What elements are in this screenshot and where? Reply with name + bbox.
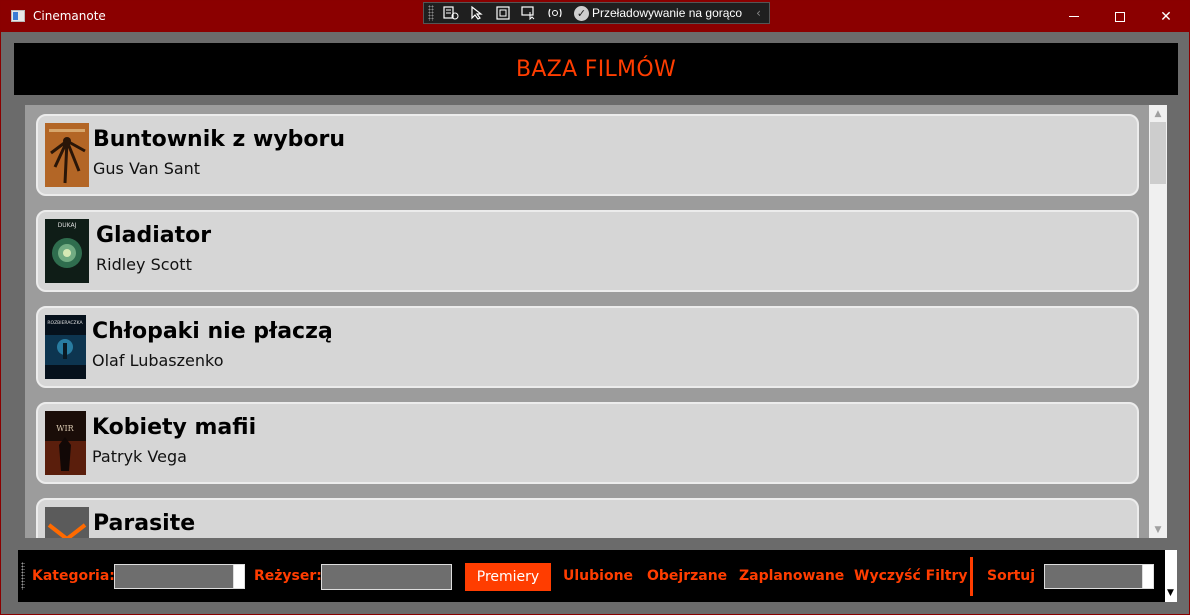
movie-card[interactable]: ROZBIERACZKA Chłopaki nie płaczą Olaf Lu… (36, 306, 1139, 388)
movie-poster: WIR (45, 411, 86, 475)
page-header: BAZA FILMÓW (14, 43, 1178, 95)
watched-button[interactable]: Obejrzane (647, 568, 727, 584)
poster-text: DUKAJ (58, 222, 77, 229)
director-label: Reżyser: (254, 568, 322, 584)
select-element-icon[interactable] (468, 5, 486, 21)
movie-director: Gus Van Sant (93, 159, 201, 178)
maximize-button[interactable] (1097, 1, 1143, 32)
track-focus-icon[interactable] (520, 5, 538, 21)
scroll-thumb[interactable] (1150, 122, 1166, 184)
movie-title: Parasite (93, 511, 196, 536)
title-bar[interactable]: Cinemanote ✓ Przeładowywanie na gorąco ‹… (1, 1, 1189, 32)
check-circle-icon: ✓ (574, 5, 589, 21)
xaml-debug-toolbar: ✓ Przeładowywanie na gorąco ‹ (423, 2, 770, 24)
window-title: Cinemanote (33, 9, 106, 23)
category-label: Kategoria: (32, 568, 115, 584)
sort-label: Sortuj (987, 568, 1036, 584)
movie-card[interactable]: Buntownik z wyboru Gus Van Sant (36, 114, 1139, 196)
favorites-button[interactable]: Ulubione (563, 568, 633, 584)
movie-title: Buntownik z wyboru (93, 127, 346, 152)
movie-poster (45, 507, 89, 538)
filter-toolbar: Kategoria: Reżyser: Premiery Ulubione Ob… (18, 550, 1165, 602)
movie-poster: ROZBIERACZKA (45, 315, 86, 379)
live-visual-tree-icon[interactable] (442, 5, 460, 21)
sort-dropdown-icon (1142, 565, 1153, 588)
overflow-chevron-icon: ▼ (1167, 588, 1174, 598)
category-select[interactable] (114, 564, 245, 589)
sort-select[interactable] (1044, 564, 1154, 589)
movie-card[interactable]: WIR Kobiety mafii Patryk Vega (36, 402, 1139, 484)
movie-director: Ridley Scott (96, 255, 192, 274)
clear-filters-button[interactable]: Wyczyść Filtry (854, 568, 968, 584)
app-icon (11, 10, 25, 22)
poster-text: WIR (56, 424, 74, 433)
movie-title: Kobiety mafii (92, 415, 257, 440)
close-button[interactable]: ✕ (1143, 1, 1189, 32)
page-title: BAZA FILMÓW (515, 56, 676, 82)
hot-reload-status: ✓ Przeładowywanie na gorąco (574, 5, 743, 21)
movie-director: Olaf Lubaszenko (92, 351, 224, 370)
scroll-down-icon[interactable]: ▼ (1149, 521, 1167, 538)
category-dropdown-icon (233, 565, 244, 588)
movie-title: Gladiator (96, 223, 212, 248)
minimize-icon (1069, 16, 1079, 17)
display-layout-adorners-icon[interactable] (494, 5, 512, 21)
movie-poster: DUKAJ (45, 219, 89, 283)
app-window: Cinemanote ✓ Przeładowywanie na gorąco ‹… (0, 0, 1190, 615)
movie-director: Patryk Vega (92, 447, 187, 466)
scroll-up-icon[interactable]: ▲ (1149, 105, 1167, 122)
movie-card[interactable]: DUKAJ Gladiator Ridley Scott (36, 210, 1139, 292)
movie-title: Chłopaki nie płaczą (92, 319, 333, 344)
director-input[interactable] (321, 564, 452, 590)
close-icon: ✕ (1160, 8, 1172, 25)
movie-poster (45, 123, 89, 187)
maximize-icon (1115, 11, 1125, 22)
hot-reload-icon[interactable] (546, 5, 564, 21)
toolbar-separator (970, 557, 973, 596)
minimize-button[interactable] (1051, 1, 1097, 32)
hot-reload-label: Przeładowywanie na gorąco (592, 6, 743, 20)
planned-button[interactable]: Zaplanowane (739, 568, 844, 584)
toolbar-grip-icon[interactable] (428, 5, 434, 21)
poster-text: ROZBIERACZKA (47, 320, 83, 326)
movie-list[interactable]: Buntownik z wyboru Gus Van Sant DUKAJ Gl… (25, 105, 1167, 538)
toolbar-overflow[interactable]: ▼ (1165, 550, 1177, 602)
toolbar-grip-icon[interactable] (21, 562, 25, 590)
collapse-toolbar-icon[interactable]: ‹ (756, 6, 761, 20)
movie-card[interactable]: Parasite (36, 498, 1139, 538)
list-scrollbar[interactable]: ▲ ▼ (1149, 105, 1167, 538)
premieres-button[interactable]: Premiery (465, 563, 551, 591)
